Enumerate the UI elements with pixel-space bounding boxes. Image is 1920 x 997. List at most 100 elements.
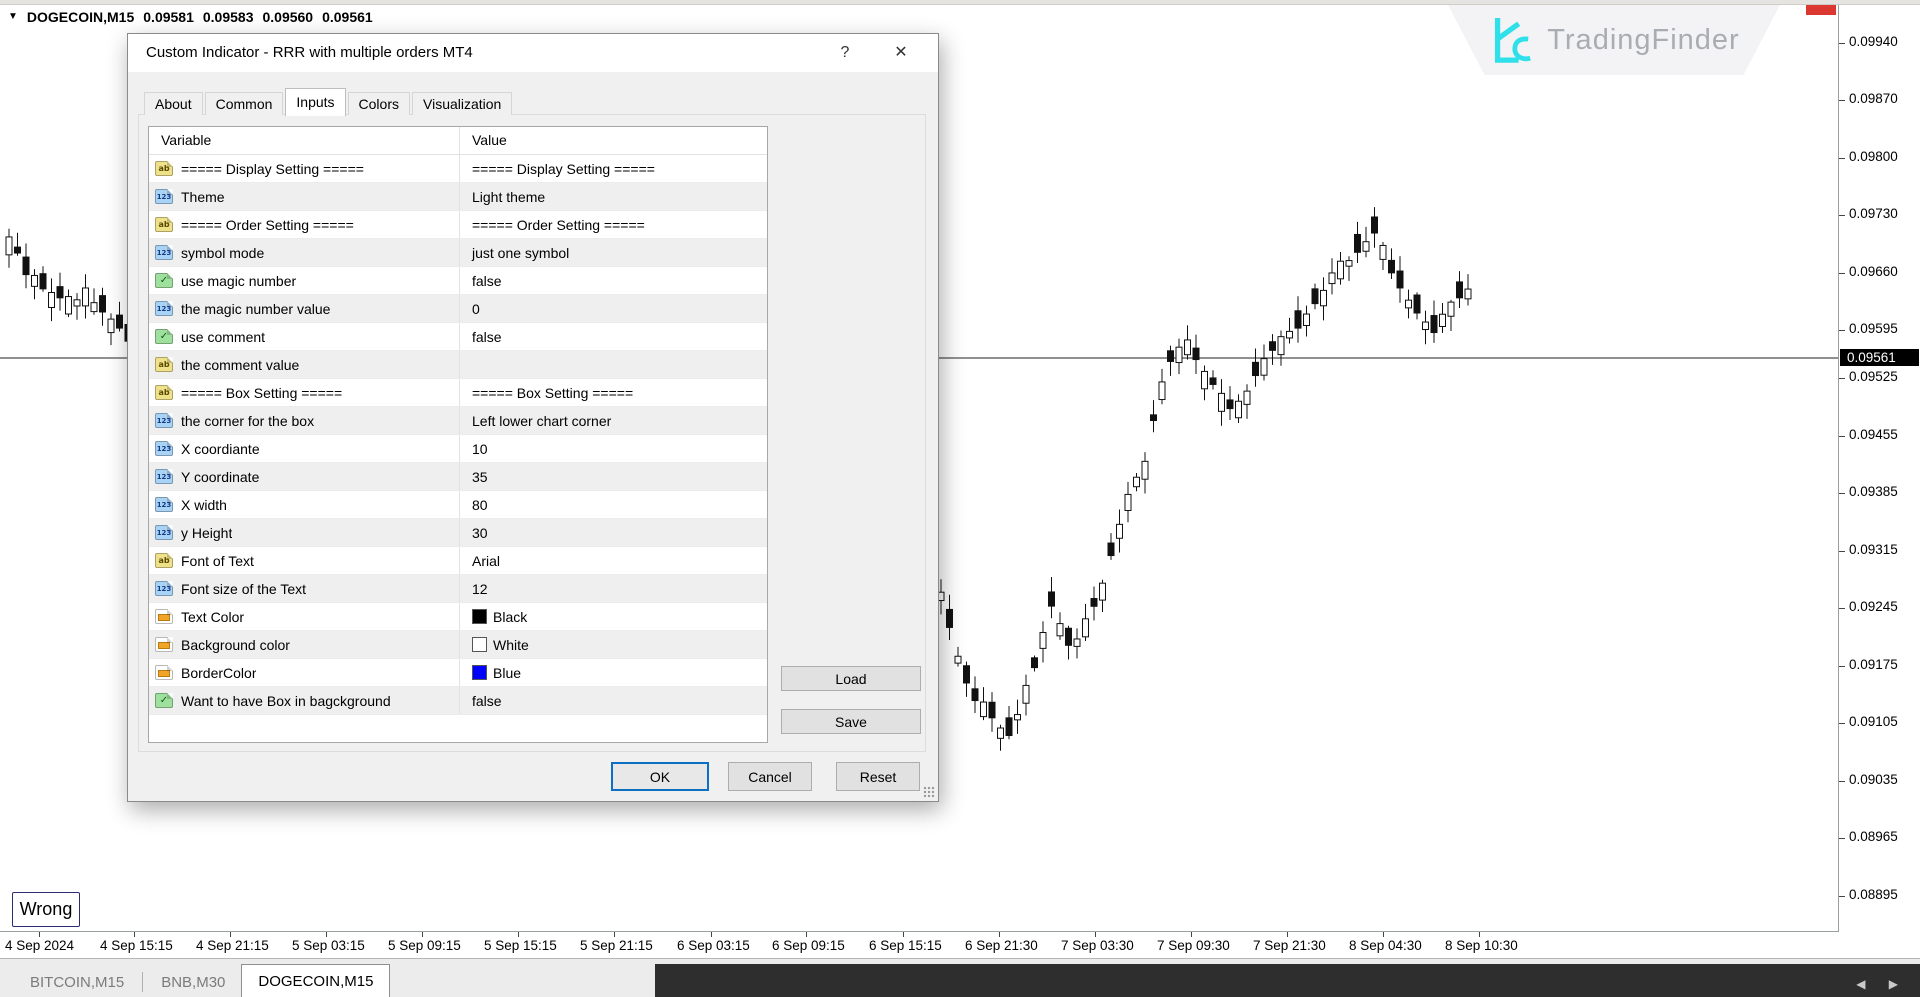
- price-tick: [1839, 43, 1845, 44]
- tab-scroll-arrows-icon[interactable]: ◀ ▶: [1856, 977, 1908, 991]
- param-type-int-icon: 123: [155, 245, 173, 260]
- value-cell[interactable]: 12: [460, 575, 767, 602]
- table-row[interactable]: 123 symbol mode just one symbol: [149, 239, 767, 267]
- variable-name: symbol mode: [181, 245, 264, 261]
- resize-grip[interactable]: [923, 786, 935, 798]
- variable-cell: 123the corner for the box: [149, 407, 460, 434]
- value-cell[interactable]: 10: [460, 435, 767, 462]
- price-label: 0.09105: [1849, 714, 1898, 729]
- value-cell[interactable]: 30: [460, 519, 767, 546]
- high-value: 0.09583: [203, 9, 254, 25]
- time-label: 7 Sep 21:30: [1253, 938, 1326, 953]
- value-cell[interactable]: ===== Box Setting =====: [460, 379, 767, 406]
- collapse-triangle-icon[interactable]: ▼: [8, 11, 18, 22]
- variable-value: false: [472, 273, 502, 289]
- value-cell[interactable]: Left lower chart corner: [460, 407, 767, 434]
- price-label: 0.09175: [1849, 657, 1898, 672]
- value-cell[interactable]: ===== Order Setting =====: [460, 211, 767, 238]
- table-row[interactable]: Text Color Black: [149, 603, 767, 631]
- price-tick: [1839, 781, 1845, 782]
- value-cell[interactable]: Light theme: [460, 183, 767, 210]
- value-cell[interactable]: false: [460, 267, 767, 294]
- param-type-str-icon: ab: [155, 357, 173, 372]
- dialog-tab-inputs[interactable]: Inputs: [285, 88, 345, 116]
- value-cell[interactable]: Blue: [460, 659, 767, 686]
- value-cell[interactable]: 0: [460, 295, 767, 322]
- value-cell[interactable]: ===== Display Setting =====: [460, 155, 767, 182]
- table-row[interactable]: ✓use magic numberfalse: [149, 267, 767, 295]
- chart-tab-bnb-m30[interactable]: BNB,M30: [145, 969, 241, 996]
- table-row[interactable]: 123Y coordinate35: [149, 463, 767, 491]
- time-label: 4 Sep 21:15: [196, 938, 269, 953]
- reset-button[interactable]: Reset: [836, 762, 920, 791]
- table-row[interactable]: abthe comment value: [149, 351, 767, 379]
- value-cell[interactable]: 35: [460, 463, 767, 490]
- help-icon[interactable]: ?: [830, 34, 860, 72]
- variable-value: 35: [472, 469, 488, 485]
- value-cell[interactable]: Arial: [460, 547, 767, 574]
- price-tick: [1839, 551, 1845, 552]
- variable-cell: 123 symbol mode: [149, 239, 460, 266]
- variable-cell: 123X coordiante: [149, 435, 460, 462]
- table-row[interactable]: 123the corner for the box Left lower char…: [149, 407, 767, 435]
- table-row[interactable]: ✓Want to have Box in bagckgroundfalse: [149, 687, 767, 715]
- table-row[interactable]: ab===== Order Setting ========== Order S…: [149, 211, 767, 239]
- price-label: 0.09525: [1849, 369, 1898, 384]
- chart-tab-bar: BITCOIN,M15BNB,M30DOGECOIN,M15 ◀ ▶: [0, 958, 1920, 997]
- time-tick: [806, 932, 807, 937]
- cancel-button[interactable]: Cancel: [728, 762, 812, 791]
- param-type-str-icon: ab: [155, 217, 173, 232]
- inputs-table: Variable Value ab===== Display Setting =…: [148, 126, 768, 743]
- table-row[interactable]: 123y Height30: [149, 519, 767, 547]
- table-row[interactable]: 123ThemeLight theme: [149, 183, 767, 211]
- table-row[interactable]: 123Font size of the Text12: [149, 575, 767, 603]
- table-row[interactable]: ab===== Display Setting ========== Displ…: [149, 155, 767, 183]
- value-cell[interactable]: [460, 351, 767, 378]
- variable-name: ===== Display Setting =====: [181, 161, 364, 177]
- time-axis[interactable]: 4 Sep 20244 Sep 15:154 Sep 21:155 Sep 03…: [0, 931, 1839, 959]
- chart-tab-bitcoin-m15[interactable]: BITCOIN,M15: [14, 969, 140, 996]
- value-cell[interactable]: 80: [460, 491, 767, 518]
- time-label: 4 Sep 2024: [5, 938, 74, 953]
- table-row[interactable]: abFont of TextArial: [149, 547, 767, 575]
- table-row[interactable]: ✓use commentfalse: [149, 323, 767, 351]
- value-cell[interactable]: just one symbol: [460, 239, 767, 266]
- save-button[interactable]: Save: [781, 709, 921, 734]
- price-label: 0.09385: [1849, 484, 1898, 499]
- dialog-tab-about[interactable]: About: [144, 92, 203, 115]
- variable-value: Black: [493, 609, 527, 625]
- param-type-color-icon: [155, 609, 173, 624]
- variable-value: Left lower chart corner: [472, 413, 611, 429]
- variable-cell: Text Color: [149, 603, 460, 630]
- time-tick: [1095, 932, 1096, 937]
- table-row[interactable]: 123X coordiante10: [149, 435, 767, 463]
- close-icon[interactable]: ✕: [886, 34, 916, 72]
- time-label: 5 Sep 09:15: [388, 938, 461, 953]
- value-cell[interactable]: false: [460, 323, 767, 350]
- load-button[interactable]: Load: [781, 666, 921, 691]
- value-cell[interactable]: false: [460, 687, 767, 714]
- dialog-tab-colors[interactable]: Colors: [348, 92, 410, 115]
- dialog-tab-common[interactable]: Common: [205, 92, 284, 115]
- table-row[interactable]: 123X width80: [149, 491, 767, 519]
- ok-button[interactable]: OK: [611, 762, 709, 791]
- value-cell[interactable]: Black: [460, 603, 767, 630]
- value-cell[interactable]: White: [460, 631, 767, 658]
- variable-cell: 123Theme: [149, 183, 460, 210]
- wrong-button[interactable]: Wrong: [12, 892, 80, 927]
- variable-name: Y coordinate: [181, 469, 259, 485]
- price-tick: [1839, 723, 1845, 724]
- price-label: 0.09730: [1849, 206, 1898, 221]
- table-row[interactable]: BorderColorBlue: [149, 659, 767, 687]
- table-row[interactable]: 123the magic number value0: [149, 295, 767, 323]
- table-row[interactable]: ab===== Box Setting ========== Box Setti…: [149, 379, 767, 407]
- param-type-bool-icon: ✓: [155, 693, 173, 708]
- dialog-tab-visualization[interactable]: Visualization: [412, 92, 512, 115]
- param-type-color-icon: [155, 665, 173, 680]
- variable-name: y Height: [181, 525, 232, 541]
- dialog-titlebar[interactable]: Custom Indicator - RRR with multiple ord…: [128, 34, 938, 72]
- table-row[interactable]: Background colorWhite: [149, 631, 767, 659]
- chart-tab-dogecoin-m15[interactable]: DOGECOIN,M15: [241, 964, 390, 997]
- price-axis[interactable]: 0.09561 0.099400.098700.098000.097300.09…: [1838, 0, 1920, 931]
- variable-cell: ab===== Box Setting =====: [149, 379, 460, 406]
